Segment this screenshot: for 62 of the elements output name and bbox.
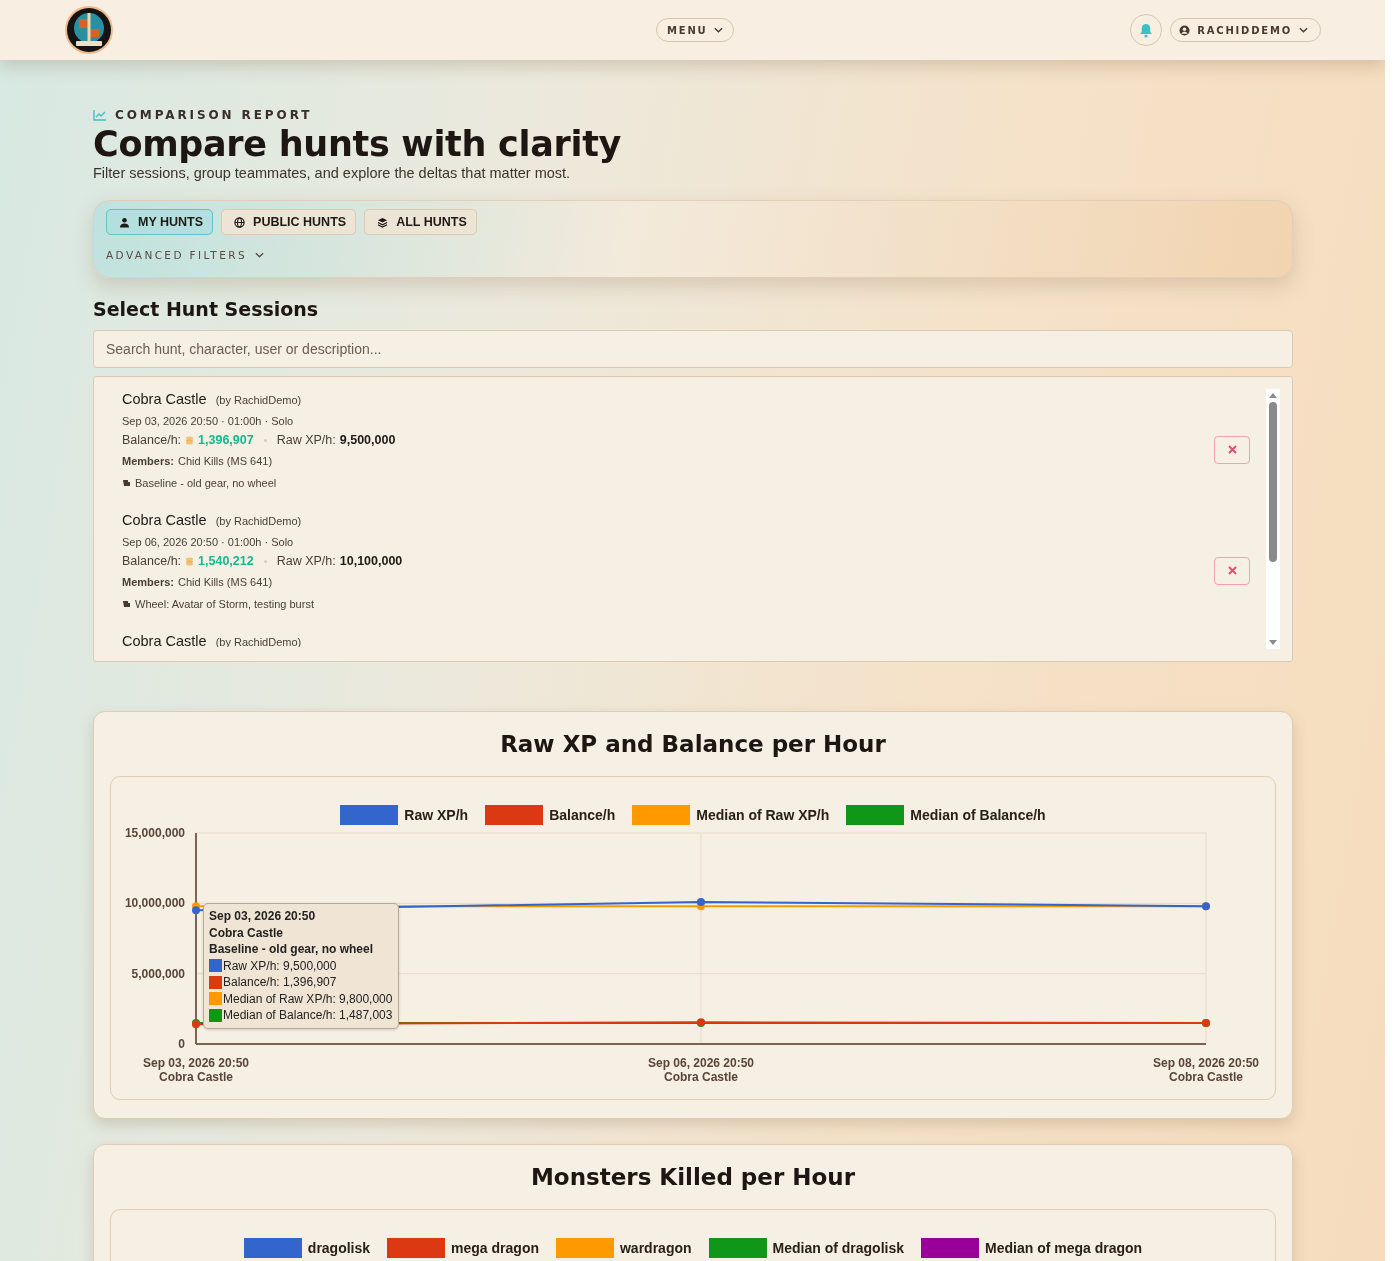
filter-tab[interactable]: MY HUNTS	[106, 209, 214, 235]
members-value: Chid Kills (MS 641)	[177, 455, 273, 467]
section-title: Select Hunt Sessions	[93, 298, 320, 320]
x-tick-sublabel: Cobra Castle	[1169, 1070, 1243, 1084]
point	[697, 897, 705, 906]
legend-label: Median of Balance/h	[910, 807, 1046, 823]
y-tick-label: 15,000,000	[124, 826, 185, 840]
x-tick-label: Sep 08, 2026 20:50	[1152, 1056, 1260, 1070]
user-menu-button[interactable]: RACHIDDEMO	[1170, 18, 1321, 42]
tooltip-heading: Sep 03, 2026 20:50	[209, 908, 317, 925]
chart-title: Raw XP and Balance per Hour	[499, 730, 887, 759]
stat-label: Raw XP/h:	[276, 554, 336, 568]
tooltip-heading: Baseline - old gear, no wheel	[209, 941, 375, 958]
y-tick-label: 10,000,000	[124, 896, 185, 911]
chart-title: Monsters Killed per Hour	[529, 1163, 857, 1192]
balance-value: 1,396,907	[198, 433, 254, 447]
legend-label: mega dragon	[451, 1240, 539, 1256]
legend-label: dragolisk	[307, 1240, 371, 1256]
tooltip-value: Median of Raw XP/h: 9,800,000	[223, 990, 393, 1007]
advanced-filters-toggle[interactable]: ADVANCED FILTERS	[106, 249, 264, 261]
stat-label: Raw XP/h:	[276, 433, 336, 447]
page-title: Compare hunts with clarity	[93, 123, 623, 165]
hunt-note: Wheel: Avatar of Storm, testing burst	[135, 598, 314, 610]
stat-label: Balance/h:	[122, 433, 182, 447]
point	[192, 906, 200, 915]
filter-tab[interactable]: ALL HUNTS	[364, 209, 477, 235]
hunt-note: Baseline - old gear, no wheel	[135, 477, 277, 489]
legend-label: Median of mega dragon	[985, 1240, 1143, 1256]
tooltip-value: Balance/h: 1,396,907	[223, 974, 337, 991]
tooltip-value: Median of Balance/h: 1,487,003	[223, 1007, 393, 1024]
members-label: Members:	[122, 576, 174, 588]
eyebrow-label: COMPARISON REPORT	[115, 108, 313, 122]
filter-tab[interactable]: PUBLIC HUNTS	[221, 209, 357, 235]
legend-label: Median of Raw XP/h	[696, 807, 830, 823]
members-label: Members:	[122, 455, 174, 467]
hunt-name: Cobra Castle	[122, 391, 207, 407]
x-tick-label: Sep 06, 2026 20:50	[647, 1056, 755, 1070]
legend-label: Median of dragolisk	[772, 1240, 905, 1256]
hunt-author: (by RachidDemo)	[215, 515, 302, 527]
legend-label: wardragon	[620, 1240, 692, 1256]
page-subtitle: Filter sessions, group teammates, and explore the deltas that matter most.	[93, 165, 572, 181]
balance-value: 1,540,212	[198, 554, 254, 568]
hunt-meta: Sep 06, 2026 20:50 · 01:00h · Solo	[122, 536, 295, 548]
x-tick-sublabel: Cobra Castle	[159, 1070, 233, 1084]
hunt-name: Cobra Castle	[122, 633, 207, 647]
x-tick-sublabel: Cobra Castle	[664, 1070, 738, 1084]
members-value: Chid Kills (MS 641)	[177, 576, 273, 588]
xp-value: 10,100,000	[339, 554, 403, 568]
tooltip-heading: Cobra Castle	[209, 924, 285, 941]
x-tick-label: Sep 03, 2026 20:50	[142, 1056, 250, 1070]
hunt-meta: Sep 03, 2026 20:50 · 01:00h · Solo	[122, 415, 295, 427]
y-tick-label: 5,000,000	[131, 966, 185, 981]
hunt-author: (by RachidDemo)	[215, 394, 302, 406]
xp-value: 9,500,000	[339, 433, 396, 447]
menu-button[interactable]: MENU	[656, 18, 735, 42]
hunt-name: Cobra Castle	[122, 512, 207, 528]
y-tick-label: 0	[178, 1037, 185, 1051]
legend-label: Raw XP/h	[404, 807, 469, 823]
legend-label: Balance/h	[549, 807, 616, 823]
stat-label: Balance/h:	[122, 554, 182, 568]
tooltip-value: Raw XP/h: 9,500,000	[223, 957, 337, 974]
search-field[interactable]: Search hunt, character, user or description...	[93, 330, 1293, 368]
